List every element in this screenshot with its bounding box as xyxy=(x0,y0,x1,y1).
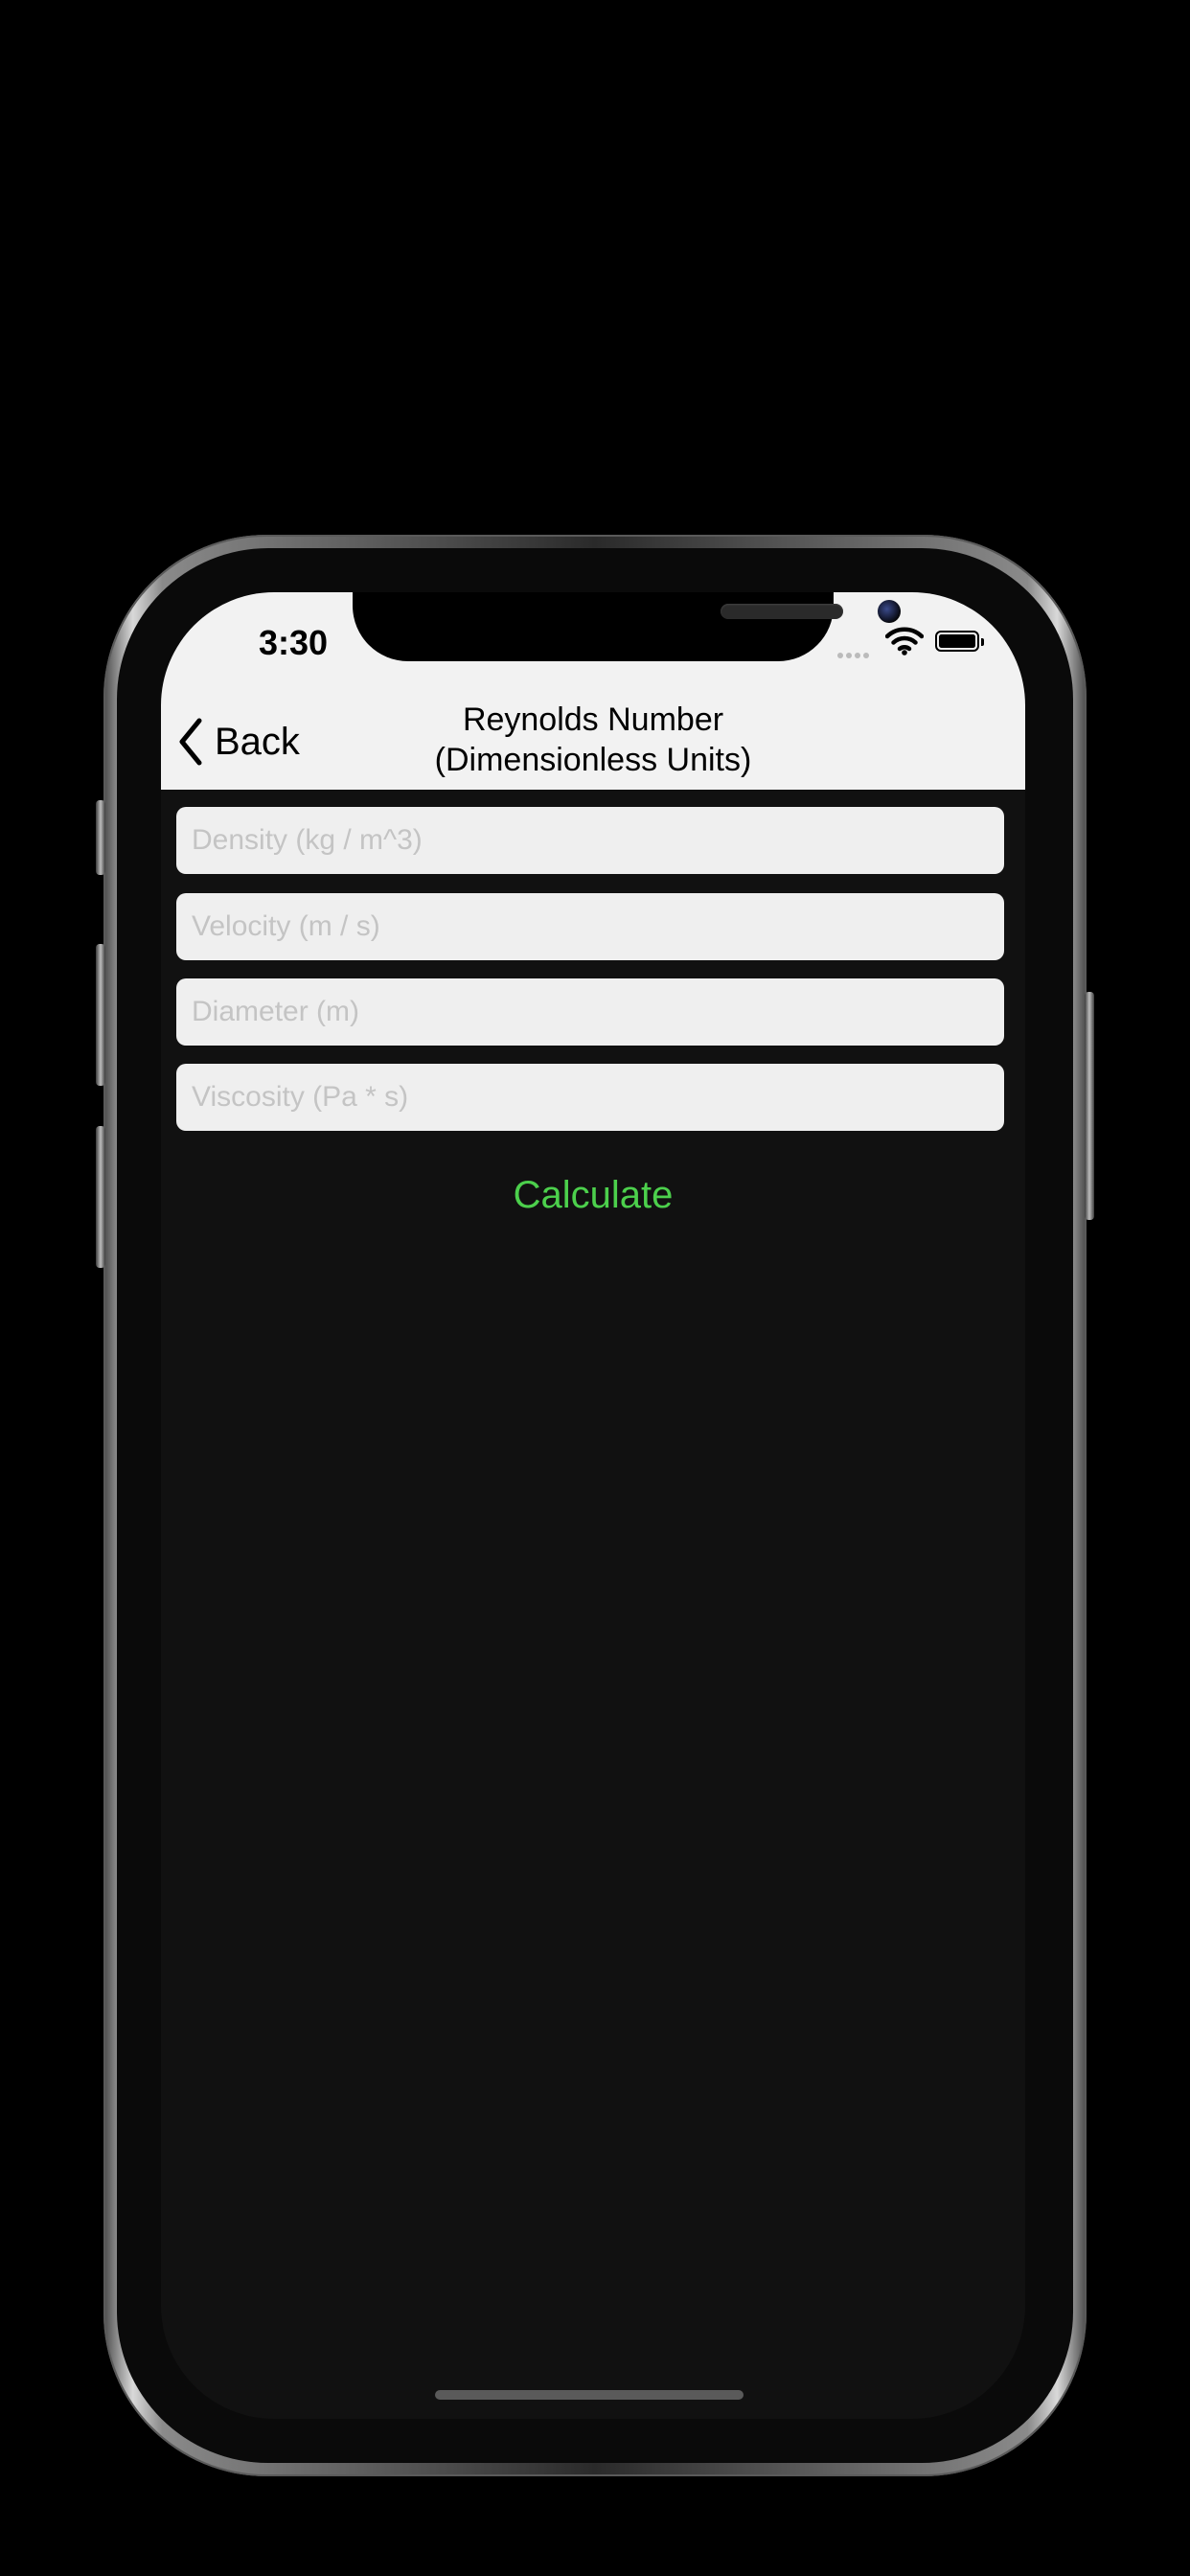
power-button xyxy=(1085,992,1094,1220)
wifi-icon xyxy=(885,627,924,656)
density-field[interactable] xyxy=(176,807,1004,874)
volume-down-button xyxy=(96,1126,105,1268)
notch xyxy=(353,592,901,661)
back-label: Back xyxy=(215,720,300,763)
page-title-line2: (Dimensionless Units) xyxy=(434,742,752,778)
status-time: 3:30 xyxy=(258,623,329,662)
viscosity-field[interactable] xyxy=(176,1064,1004,1131)
earpiece-speaker xyxy=(721,604,843,619)
diameter-field[interactable] xyxy=(176,978,1004,1046)
page-title: Reynolds Number (Dimensionless Units) xyxy=(353,700,834,780)
front-camera xyxy=(878,600,901,623)
home-indicator[interactable] xyxy=(435,2390,744,2400)
page-title-line1: Reynolds Number xyxy=(462,702,724,738)
chevron-left-icon xyxy=(179,718,202,766)
volume-up-button xyxy=(96,944,105,1086)
phone-screen: 3:30 Back Reynolds Number (Dimensionless… xyxy=(161,592,1025,2419)
back-button[interactable]: Back xyxy=(176,713,300,770)
calculate-button[interactable]: Calculate xyxy=(449,1165,737,1225)
silent-switch xyxy=(96,800,105,875)
battery-icon xyxy=(935,631,984,652)
cellular-signal-icon xyxy=(837,646,878,658)
velocity-field[interactable] xyxy=(176,893,1004,960)
